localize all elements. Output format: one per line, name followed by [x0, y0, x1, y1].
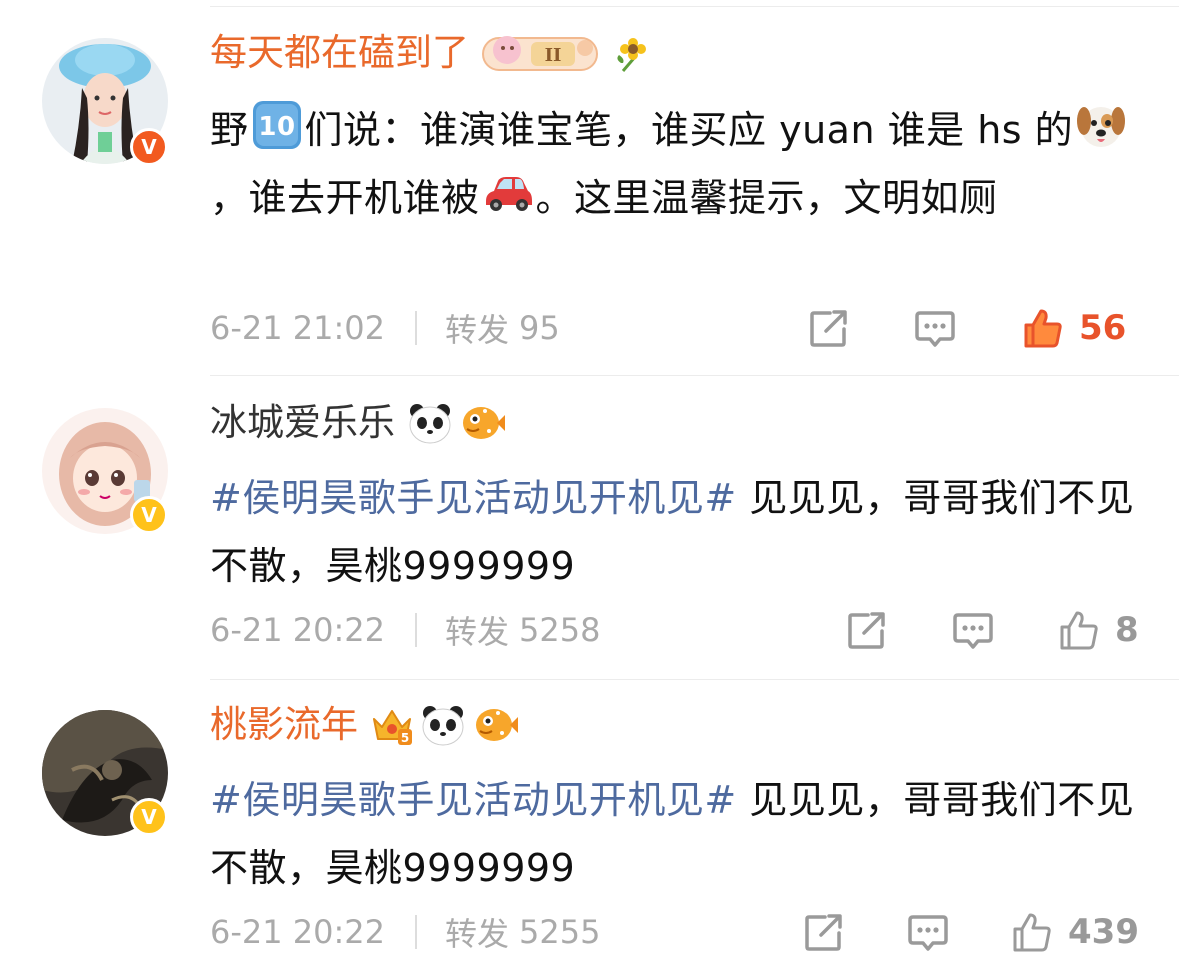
comment-icon[interactable] — [913, 306, 957, 350]
pufferfish-icon — [459, 401, 507, 445]
pufferfish-icon — [472, 703, 520, 747]
svg-text:II: II — [545, 45, 562, 66]
username-row: 冰城爱乐乐 — [210, 400, 507, 446]
comment-text: 们说：谁演谁宝笔，谁买应 yuan 谁是 hs 的 — [304, 108, 1074, 152]
like-count: 439 — [1068, 912, 1139, 952]
like-count: 56 — [1079, 308, 1127, 348]
repost-label[interactable]: 转发 — [445, 305, 509, 351]
repost-count: 5255 — [519, 913, 601, 951]
share-icon[interactable] — [802, 910, 846, 954]
dog-face-icon — [1077, 107, 1126, 147]
comment-actions: 8 — [845, 608, 1139, 652]
username[interactable]: 每天都在磕到了 — [210, 30, 469, 76]
red-car-icon — [485, 177, 532, 211]
crown-level-5-icon[interactable]: 5 — [370, 703, 414, 747]
comment-content: #侯明昊歌手见活动见开机见# 见见见，哥哥我们不见不散，昊桃9999999 — [210, 766, 1140, 902]
repost-label[interactable]: 转发 — [445, 909, 509, 955]
keycap-ten-icon: 10 — [252, 101, 301, 149]
verified-badge-icon: V — [130, 798, 168, 836]
meta-separator — [415, 915, 418, 949]
comment-text: 。这里温馨提示，文明如厕 — [535, 176, 998, 220]
comment-actions: 56 — [807, 306, 1139, 350]
share-icon[interactable] — [845, 608, 889, 652]
repost-label[interactable]: 转发 — [445, 607, 509, 653]
svg-text:10: 10 — [258, 112, 295, 142]
meta-separator — [415, 613, 418, 647]
svg-text:5: 5 — [401, 731, 409, 745]
repost-count: 95 — [519, 309, 560, 347]
comment-item: V 冰城爱乐乐 #侯明昊歌手见活动见开机见# 见见见，哥哥我们不见不散，昊桃99… — [0, 376, 1179, 680]
sunflower-icon — [611, 33, 651, 73]
comment-content: 野 10 们说：谁演谁宝笔，谁买应 yuan 谁是 hs 的 ，谁去开机谁被 。… — [210, 96, 1140, 232]
verified-badge-icon: V — [130, 128, 168, 166]
comment-time: 6-21 21:02 — [210, 309, 386, 347]
comment-actions: 439 — [802, 910, 1139, 954]
comment-time: 6-21 20:22 — [210, 913, 386, 951]
comment-text: 野 — [210, 108, 249, 152]
comment-meta: 6-21 21:02 转发 95 56 — [210, 306, 1139, 350]
verified-badge-icon: V — [130, 496, 168, 534]
hashtag-link[interactable]: #侯明昊歌手见活动见开机见# — [210, 778, 737, 822]
fan-club-badge-icon[interactable]: II — [481, 30, 599, 76]
username-row: 桃影流年 5 — [210, 702, 520, 748]
username-row: 每天都在磕到了 II — [210, 30, 651, 76]
like-icon[interactable] — [1010, 910, 1054, 954]
comment-content: #侯明昊歌手见活动见开机见# 见见见，哥哥我们不见不散，昊桃9999999 — [210, 464, 1140, 600]
repost-count: 5258 — [519, 611, 601, 649]
username[interactable]: 冰城爱乐乐 — [210, 400, 395, 446]
comment-item: V 桃影流年 5 #侯明昊歌手见活动见开机见# 见见见，哥哥我们不见不散，昊桃9… — [0, 680, 1179, 954]
comment-meta: 6-21 20:22 转发 5255 439 — [210, 910, 1139, 954]
hashtag-link[interactable]: #侯明昊歌手见活动见开机见# — [210, 476, 737, 520]
comment-text: ，谁去开机谁被 — [210, 176, 480, 220]
comment-icon[interactable] — [906, 910, 950, 954]
share-icon[interactable] — [807, 306, 851, 350]
panda-icon — [420, 703, 466, 747]
like-icon-active[interactable] — [1021, 306, 1065, 350]
username[interactable]: 桃影流年 — [210, 702, 358, 748]
panda-icon — [407, 401, 453, 445]
comment-time: 6-21 20:22 — [210, 611, 386, 649]
like-icon[interactable] — [1057, 608, 1101, 652]
meta-separator — [415, 311, 418, 345]
comment-icon[interactable] — [951, 608, 995, 652]
comment-meta: 6-21 20:22 转发 5258 8 — [210, 608, 1139, 652]
like-count: 8 — [1115, 610, 1139, 650]
comment-item: V 每天都在磕到了 II 野 10 们说：谁演谁宝笔，谁买应 yuan 谁是 h… — [0, 0, 1179, 376]
